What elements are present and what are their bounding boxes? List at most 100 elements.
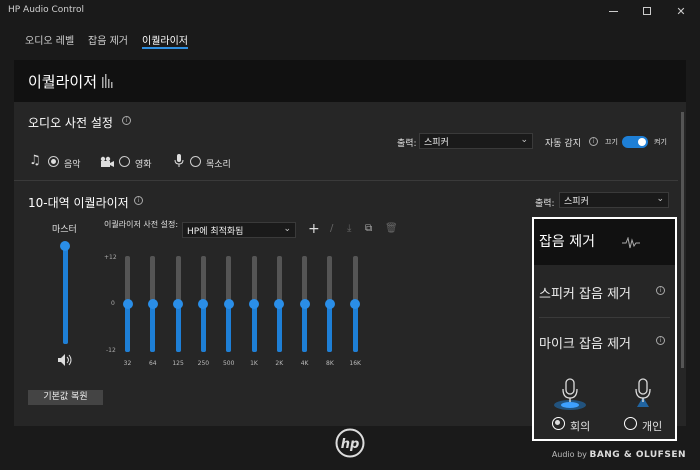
preset-voice-radio[interactable] <box>190 156 201 167</box>
meeting-mode-label: 회의 <box>570 420 591 433</box>
toggle-on-label: 켜기 <box>654 138 667 146</box>
delete-icon[interactable]: 🗑 <box>385 223 398 234</box>
microphone-icon <box>174 154 184 167</box>
eq-band-thumb[interactable] <box>249 299 259 309</box>
svg-text:hp: hp <box>341 437 360 452</box>
eq-band-thumb[interactable] <box>223 299 234 309</box>
eq-band-thumb[interactable] <box>173 299 184 309</box>
presets-output-value: 스피커 <box>424 138 449 148</box>
presets-output-dropdown[interactable]: 스피커 ⌄ <box>419 133 533 149</box>
maximize-button[interactable] <box>630 0 664 22</box>
preset-movie-label: 영화 <box>135 160 152 170</box>
personal-mic-icon <box>635 378 651 407</box>
music-note-icon: ♫ <box>29 153 41 168</box>
eq-band-thumb[interactable] <box>122 299 133 309</box>
meeting-mode-radio[interactable] <box>552 417 565 430</box>
close-icon: ✕ <box>676 4 686 18</box>
auto-detect-toggle[interactable] <box>622 136 648 148</box>
meeting-mic-icon <box>554 378 586 410</box>
eq-preset-label: 이퀄라이저 사전 설정: <box>104 220 179 229</box>
add-icon[interactable]: + <box>308 221 320 237</box>
personal-mode-radio[interactable] <box>624 417 637 430</box>
eq-band-fill <box>150 304 156 352</box>
eq-band-fill <box>352 304 358 352</box>
presets-output-label: 출력: <box>397 139 417 149</box>
footer-brand: Audio by BANG & OLUFSEN <box>552 450 686 460</box>
copy-icon[interactable]: ⧉ <box>365 223 372 234</box>
master-slider-fill <box>63 246 68 344</box>
eq-band-fill <box>251 304 257 352</box>
tab-equalizer[interactable]: 이퀄라이저 <box>142 32 188 49</box>
scale-bottom-label: -12 <box>106 347 116 354</box>
eq-band-label: 125 <box>172 360 184 367</box>
close-button[interactable]: ✕ <box>664 0 698 22</box>
scale-mid-label: 0 <box>111 300 115 307</box>
speaker-noise-info-icon[interactable]: i <box>656 286 665 295</box>
eq-band-fill <box>302 304 308 352</box>
preset-music-radio[interactable] <box>48 156 59 167</box>
hp-logo: hp <box>335 428 365 458</box>
preset-voice-label: 목소리 <box>206 160 231 170</box>
eq-band-label: 4K <box>300 360 309 367</box>
eq-band-thumb[interactable] <box>324 299 335 309</box>
title-bar: HP Audio Control ✕ <box>0 0 700 22</box>
preset-music-label: 음악 <box>64 160 81 170</box>
movie-camera-icon <box>100 156 114 167</box>
audio-by-label: Audio by <box>551 450 587 459</box>
eq-band-fill <box>175 304 181 352</box>
scale-top-label: +12 <box>104 254 117 261</box>
noise-cancellation-popup: 잡음 제거 스피커 잡음 제거 i 마이크 잡음 제거 i 회의 개인 <box>532 217 677 441</box>
eq-band-thumb[interactable] <box>274 299 285 309</box>
minimize-icon <box>608 10 618 12</box>
toggle-off-label: 끄기 <box>605 138 618 146</box>
tab-audio-levels[interactable]: 오디오 레벨 <box>25 32 74 47</box>
eq-band-thumb[interactable] <box>299 299 310 309</box>
eq-band-label: 8K <box>326 360 334 367</box>
equalizer-bars-icon <box>102 74 113 88</box>
section-divider <box>14 180 678 181</box>
maximize-icon <box>643 7 651 15</box>
eq-band-fill <box>226 304 232 352</box>
eq-band-label: 250 <box>197 360 210 367</box>
equalizer-title: 10-대역 이퀄라이저 <box>28 196 129 210</box>
eq-band-fill <box>125 304 130 352</box>
equalizer-info-icon[interactable]: i <box>134 196 143 205</box>
eq-band-fill <box>327 304 333 352</box>
mic-noise-label: 마이크 잡음 제거 <box>539 337 631 352</box>
eq-band-label: 16K <box>349 360 361 367</box>
tab-bar: 오디오 레벨 잡음 제거 이퀄라이저 <box>0 24 700 50</box>
master-slider-thumb[interactable] <box>60 241 70 251</box>
auto-detect-info-icon[interactable]: i <box>589 137 598 146</box>
eq-band-thumb[interactable] <box>198 299 209 309</box>
eq-band-thumb[interactable] <box>147 299 158 309</box>
master-label: 마스터 <box>52 225 77 235</box>
equalizer-output-dropdown[interactable]: 스피커 ⌄ <box>559 192 669 208</box>
page-header: 이퀄라이저 <box>14 60 686 102</box>
popup-divider <box>539 317 670 318</box>
popup-title: 잡음 제거 <box>539 234 595 250</box>
minimize-button[interactable] <box>596 0 630 22</box>
eq-band-label: 1K <box>250 360 258 367</box>
eq-preset-dropdown[interactable]: HP에 최적화됨 ⌄ <box>182 222 296 238</box>
personal-mode-label: 개인 <box>642 420 663 433</box>
mic-noise-info-icon[interactable]: i <box>656 336 665 345</box>
presets-title: 오디오 사전 설정 <box>28 116 113 130</box>
equalizer-output-label: 출력: <box>535 199 555 209</box>
edit-icon[interactable]: / <box>330 223 333 234</box>
eq-band-label: 32 <box>123 360 132 367</box>
eq-band-thumb[interactable] <box>350 299 361 309</box>
tab-noise-cancellation[interactable]: 잡음 제거 <box>88 32 128 47</box>
speaker-noise-label: 스피커 잡음 제거 <box>539 287 631 302</box>
chevron-down-icon: ⌄ <box>520 135 528 145</box>
brand-name: BANG & OLUFSEN <box>589 450 686 460</box>
waveform-icon <box>622 237 640 249</box>
scrollbar[interactable] <box>681 112 684 368</box>
equalizer-output-value: 스피커 <box>564 197 589 207</box>
popup-header: 잡음 제거 <box>534 219 675 265</box>
reset-defaults-button[interactable]: 기본값 복원 <box>28 390 103 405</box>
window-title: HP Audio Control <box>8 5 85 15</box>
download-icon[interactable]: ⤓ <box>347 223 351 234</box>
preset-movie-radio[interactable] <box>119 156 130 167</box>
presets-info-icon[interactable]: i <box>122 116 131 125</box>
auto-detect-label: 자동 감지 <box>545 139 581 149</box>
